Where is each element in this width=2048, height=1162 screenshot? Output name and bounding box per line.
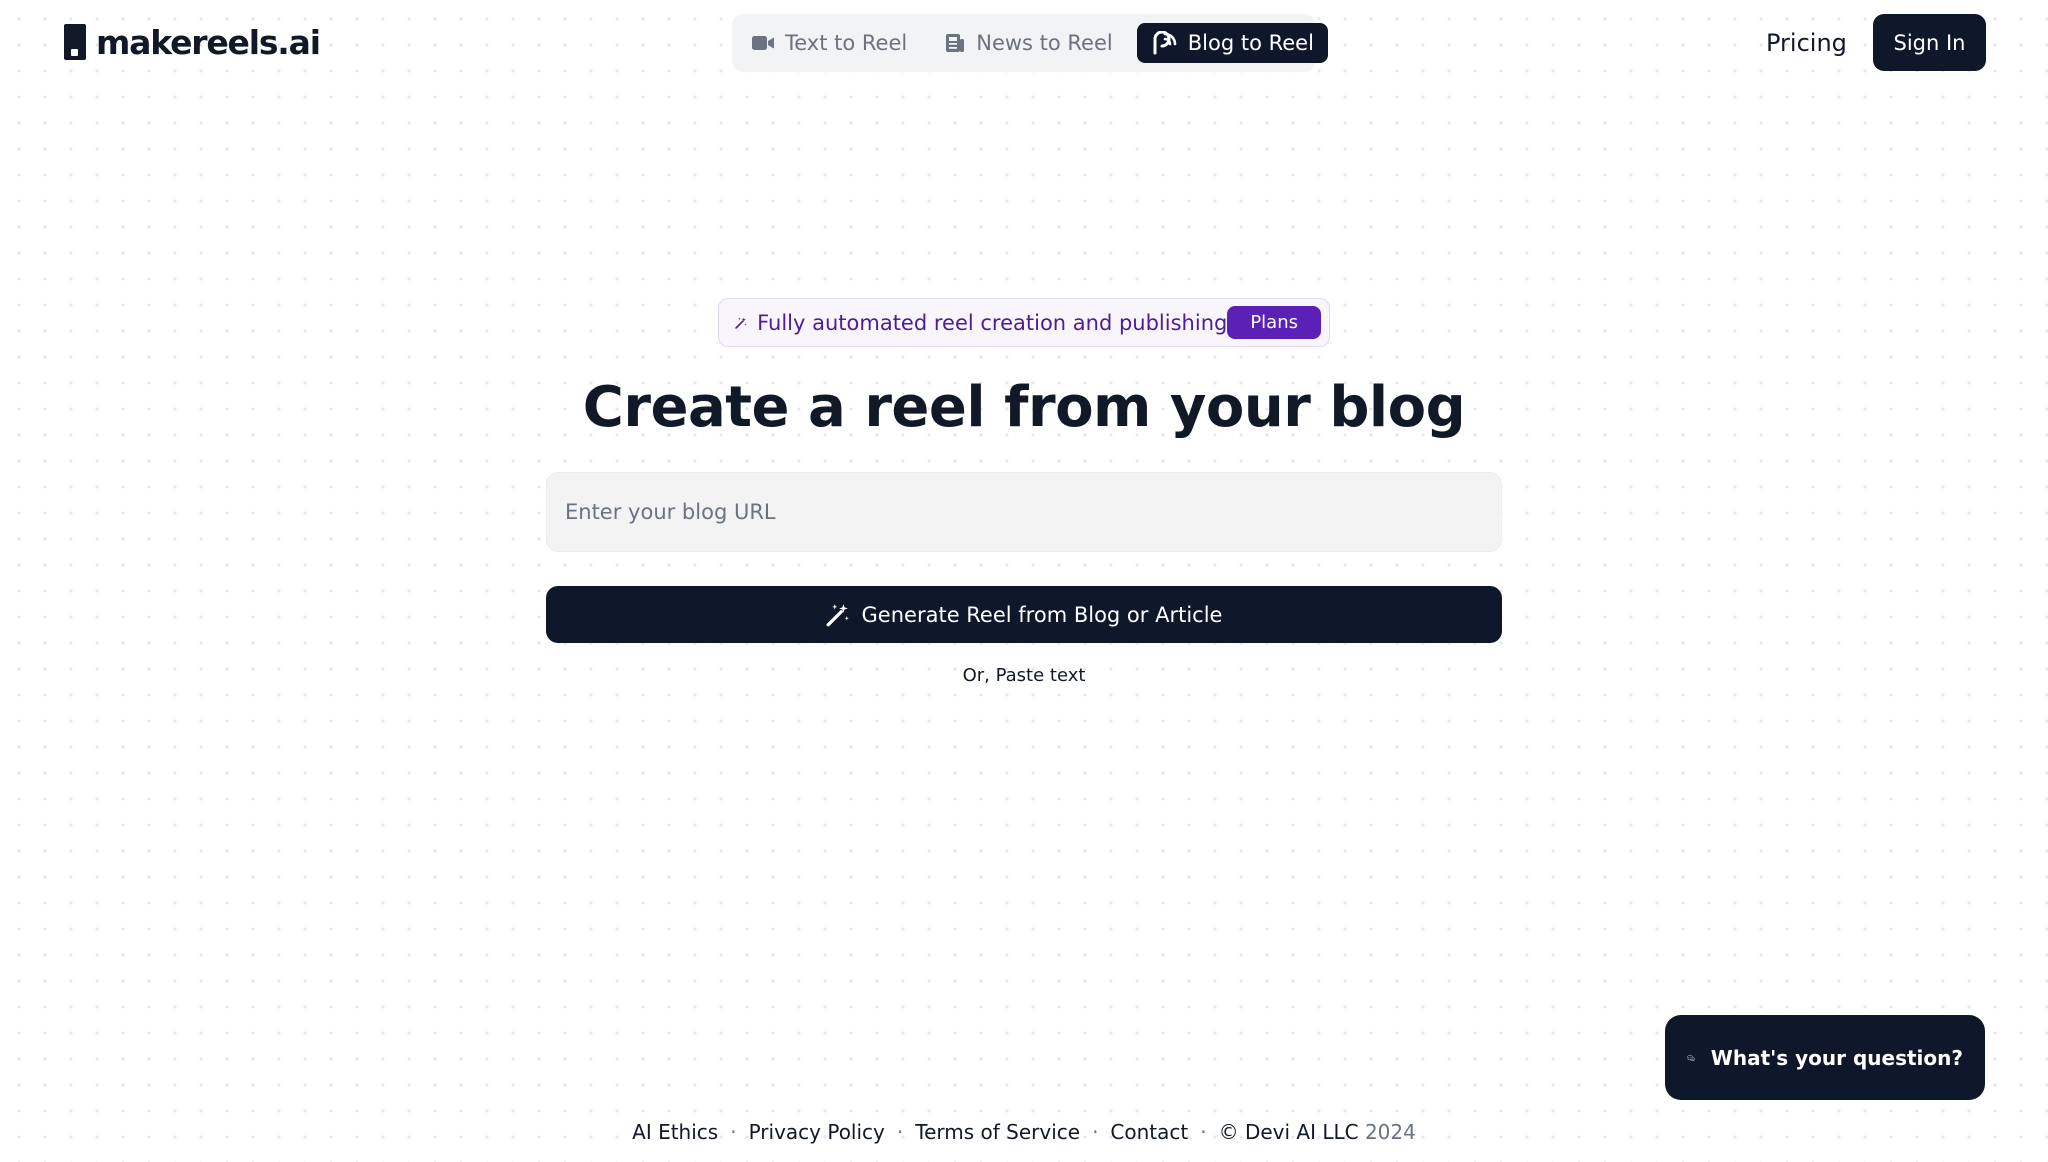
video-camera-icon xyxy=(752,36,774,50)
announcement-text: Fully automated reel creation and publis… xyxy=(757,310,1228,335)
plans-button[interactable]: Plans xyxy=(1227,306,1321,339)
footer-separator: · xyxy=(1200,1120,1207,1144)
chat-widget-button[interactable]: What's your question? xyxy=(1665,1015,1985,1100)
mode-switcher: Text to Reel News to Reel Blog to Reel xyxy=(732,14,1328,72)
footer-separator: · xyxy=(896,1120,904,1144)
newspaper-icon xyxy=(946,34,965,52)
paste-text-link[interactable]: Or, Paste text xyxy=(963,665,1086,686)
blog-feed-icon xyxy=(1153,31,1177,55)
paste-text-row: Or, Paste text xyxy=(0,664,2048,688)
magic-wand-icon xyxy=(826,603,849,626)
footer-link-privacy-policy[interactable]: Privacy Policy xyxy=(749,1120,885,1144)
copyright-year: 2024 xyxy=(1364,1120,1416,1144)
tab-blog-to-reel[interactable]: Blog to Reel xyxy=(1136,23,1328,63)
footer-separator: · xyxy=(1092,1120,1099,1144)
chat-widget-label: What's your question? xyxy=(1710,1045,1963,1070)
footer-separator: · xyxy=(730,1120,737,1144)
tab-news-to-reel[interactable]: News to Reel xyxy=(931,23,1127,63)
page-title: Create a reel from your blog xyxy=(582,375,1466,440)
footer: AI Ethics · Privacy Policy · Terms of Se… xyxy=(0,1118,2048,1146)
tab-label: News to Reel xyxy=(976,31,1113,55)
logo-mark-icon xyxy=(64,24,86,60)
brand-logo[interactable]: makereels.ai xyxy=(64,22,321,62)
announcement-pill: Fully automated reel creation and publis… xyxy=(718,298,1330,347)
footer-copyright: © Devi AI LLC 2024 xyxy=(1219,1120,1416,1144)
blog-url-input[interactable] xyxy=(546,472,1502,552)
generate-reel-button[interactable]: Generate Reel from Blog or Article xyxy=(546,586,1502,643)
brand-name: makereels.ai xyxy=(96,22,321,62)
tab-label: Text to Reel xyxy=(785,31,908,55)
footer-link-terms-of-service[interactable]: Terms of Service xyxy=(915,1120,1080,1144)
pricing-link[interactable]: Pricing xyxy=(1766,24,1847,62)
magic-wand-icon xyxy=(735,317,747,329)
chat-bubbles-icon xyxy=(1687,1054,1695,1061)
tab-label: Blog to Reel xyxy=(1187,31,1314,55)
tab-text-to-reel[interactable]: Text to Reel xyxy=(738,23,921,63)
sign-in-button[interactable]: Sign In xyxy=(1873,14,1986,71)
footer-link-contact[interactable]: Contact xyxy=(1110,1120,1188,1144)
footer-link-ai-ethics[interactable]: AI Ethics xyxy=(632,1120,718,1144)
generate-reel-label: Generate Reel from Blog or Article xyxy=(861,602,1223,627)
copyright-holder: © Devi AI LLC xyxy=(1218,1120,1359,1144)
